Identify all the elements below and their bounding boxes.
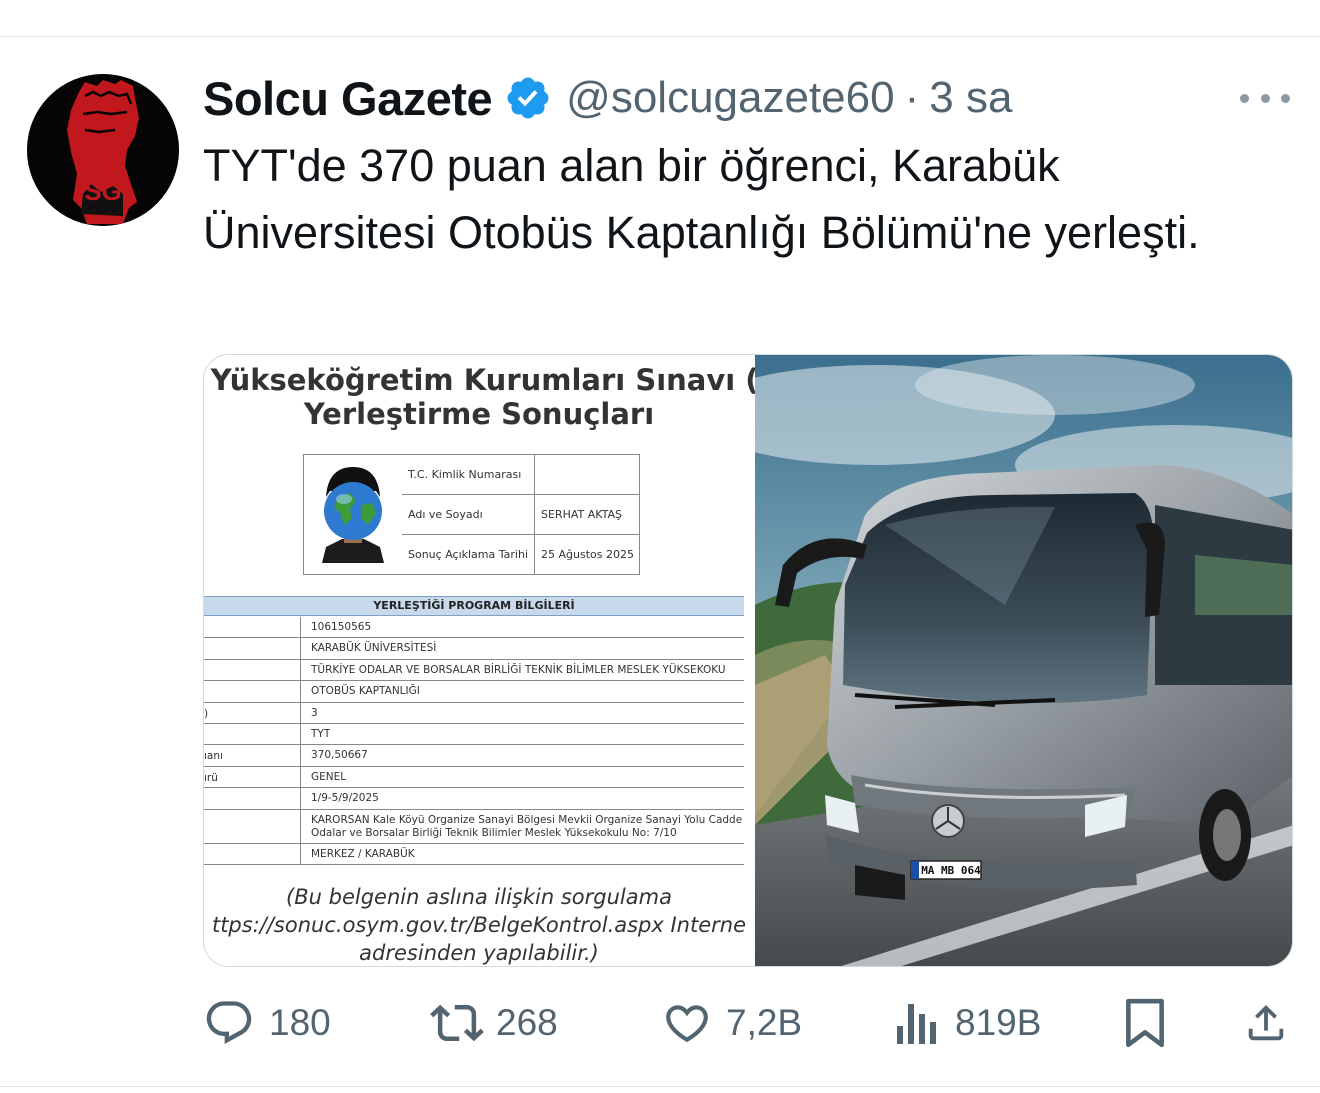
tweet-header: Solcu Gazete @solcugazete60 · 3 sa — [203, 70, 1012, 126]
share-button[interactable] — [1243, 995, 1289, 1051]
like-count: 7,2B — [726, 1002, 803, 1043]
address-line-2: Odalar ve Borsalar Birliği Teknik Biliml… — [311, 826, 677, 839]
fist-logo-icon: SG — [27, 74, 179, 226]
view-count: 819B — [955, 1002, 1042, 1043]
bookmark-icon — [1126, 998, 1164, 1048]
verification-note: (Bu belgenin aslına ilişkin sorgulama tt… — [211, 885, 747, 965]
reply-count: 180 — [269, 1002, 331, 1043]
bookmark-button[interactable] — [1124, 995, 1166, 1051]
table-row: ırü GENEL — [204, 766, 744, 789]
heart-icon — [666, 1005, 708, 1043]
retweet-count: 268 — [496, 1002, 558, 1043]
id-photo — [304, 455, 402, 574]
document-image[interactable]: 5 Yükseköğretim Kurumları Sınavı (Y Yerl… — [204, 355, 755, 966]
id-row: Adı ve Soyadı SERHAT AKTAŞ — [402, 495, 640, 535]
user-handle[interactable]: @solcugazete60 — [566, 73, 894, 123]
bus-photo[interactable]: MA MB 064 — [755, 355, 1292, 966]
table-row: ) 3 — [204, 702, 744, 724]
id-card-box: T.C. Kimlik Numarası Adı ve Soyadı SERHA… — [303, 454, 640, 575]
tweet-text: TYT'de 370 puan alan bir öğrenci, Karabü… — [203, 140, 1200, 258]
svg-text:SG: SG — [84, 176, 122, 206]
program-table: 106150565 KARABÜK ÜNİVERSİTESİ TÜRKİYE O… — [204, 617, 744, 865]
id-info-grid: T.C. Kimlik Numarası Adı ve Soyadı SERHA… — [402, 455, 640, 574]
globe-face-icon — [304, 455, 402, 574]
table-row: OTOBÜS KAPTANLIĞI — [204, 681, 744, 703]
views-chart-icon — [897, 1004, 936, 1044]
bottom-divider — [0, 1086, 1320, 1087]
more-options-icon[interactable] — [1240, 84, 1290, 112]
like-button[interactable]: 7,2B — [662, 995, 802, 1051]
id-row: T.C. Kimlik Numarası — [402, 455, 640, 495]
document-subtitle: Yerleştirme Sonuçları — [303, 397, 655, 431]
license-plate: MA MB 064 — [921, 864, 981, 877]
retweet-button[interactable]: 268 — [430, 995, 558, 1051]
program-header: YERLEŞTİĞİ PROGRAM BİLGİLERİ — [204, 596, 744, 616]
display-name[interactable]: Solcu Gazete — [203, 71, 493, 126]
tweet-timestamp[interactable]: 3 sa — [929, 73, 1012, 123]
table-row: TYT — [204, 723, 744, 746]
table-row: TÜRKİYE ODALAR VE BORSALAR BİRLİĞİ TEKNİ… — [204, 659, 744, 682]
header-separator: · — [904, 73, 920, 122]
tweet-media[interactable]: 5 Yükseköğretim Kurumları Sınavı (Y Yerl… — [203, 354, 1293, 967]
table-row: 106150565 — [204, 617, 744, 639]
top-divider — [0, 36, 1320, 37]
share-icon — [1248, 1004, 1284, 1041]
table-row: 1/9-5/9/2025 — [204, 788, 744, 810]
table-row: KARABÜK ÜNİVERSİTESİ — [204, 638, 744, 660]
reply-button[interactable]: 180 — [203, 995, 331, 1051]
bus-illustration: MA MB 064 — [755, 355, 1292, 966]
verified-badge-icon[interactable] — [504, 74, 552, 122]
table-row: MERKEZ / KARABÜK — [204, 843, 744, 865]
address-line-1: KARORSAN Kale Köyü Organize Sanayi Bölge… — [311, 813, 743, 826]
id-row: Sonuç Açıklama Tarihi 25 Ağustos 2025 — [402, 535, 640, 575]
avatar[interactable]: SG — [27, 74, 179, 226]
retweet-icon — [430, 1004, 484, 1042]
table-row: ıanı 370,50667 — [204, 745, 744, 767]
document-title: 5 Yükseköğretim Kurumları Sınavı (Y — [204, 363, 755, 397]
table-row: KARORSAN Kale Köyü Organize Sanayi Bölge… — [204, 809, 744, 844]
reply-icon — [206, 1001, 252, 1045]
action-bar: 180 268 7,2B 819B — [0, 995, 1320, 1051]
views-button[interactable]: 819B — [895, 995, 1041, 1051]
